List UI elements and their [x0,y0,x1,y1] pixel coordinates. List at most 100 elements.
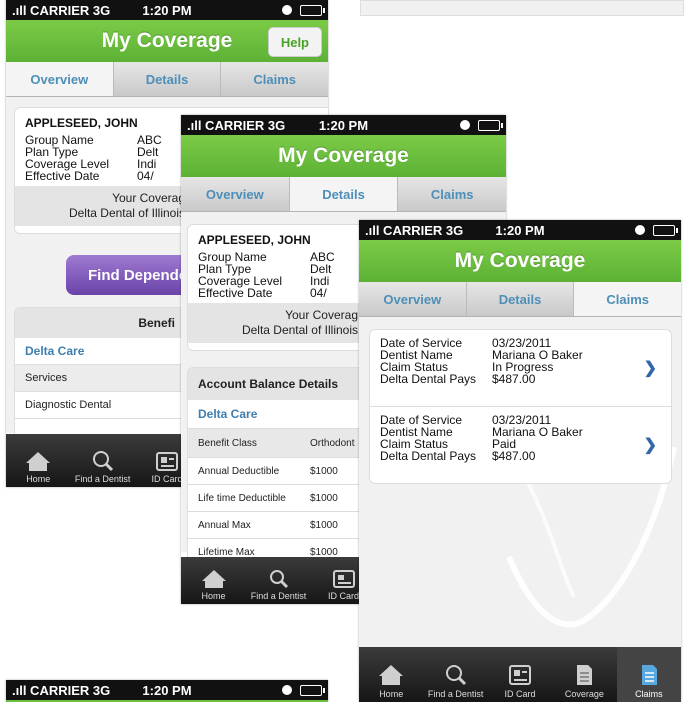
tabbar-find-dentist[interactable]: Find a Dentist [246,557,311,604]
app-header: My Coverage [181,135,506,177]
status-bar: .ıll CARRIER 3G 1:20 PM [6,0,328,20]
tabbar-claims[interactable]: Claims [616,647,681,702]
status-bar: .ıll CARRIER 3G 1:20 PM [359,220,681,240]
tabbar-find-dentist-label: Find a Dentist [427,689,484,699]
field-value: 04/ [137,169,154,183]
tabbar-find-dentist-label: Find a Dentist [250,591,307,601]
carrier-label: .ıll CARRIER 3G [12,682,111,698]
page-title: My Coverage [101,29,233,52]
tab-details[interactable]: Details [114,62,222,96]
tabbar-id-card-label: ID Card [327,591,359,601]
home-icon [379,665,404,685]
home-icon [26,452,51,471]
tabbar-home-label: Home [201,591,226,601]
segmented-tabs: Overview Details Claims [181,177,506,212]
row-label: Lifetime Max [198,546,255,558]
row-label: Life time Deductible [198,492,286,504]
search-icon [92,451,113,472]
plan-line-2: Delta Dental of Illinois [68,206,185,220]
claim-pays: $487.00 [492,449,536,463]
app-header: My Coverage Help [6,20,328,62]
page-title: My Coverage [278,144,409,167]
tab-claims[interactable]: Claims [398,177,506,211]
partial-screen: .ıll CARRIER 3G 1:20 PM [6,680,328,702]
row-value: $1000 [310,465,338,477]
claim-item[interactable]: Date of Service Dentist Name Claim Statu… [370,407,671,483]
battery-icon [478,119,503,131]
id-card-icon [156,452,179,471]
tabbar-coverage[interactable]: Coverage [552,647,616,702]
plan-name: Delta Care [25,344,85,358]
id-card-icon [509,665,532,685]
coverage-icon [577,665,593,685]
tab-claims[interactable]: Claims [574,282,681,316]
battery-icon [300,684,325,696]
claim-item[interactable]: Date of Service Dentist Name Claim Statu… [370,330,671,407]
tabbar-find-dentist-label: Find a Dentist [74,474,131,484]
claims-list: Date of Service Dentist Name Claim Statu… [369,329,672,484]
status-bar: .ıll CARRIER 3G 1:20 PM [181,115,506,135]
alarm-icon [460,120,470,130]
label-delta-dental-pays: Delta Dental Pays [380,449,477,463]
alarm-icon [282,685,292,695]
tabbar-home[interactable]: Home [359,647,423,702]
tabbar-home[interactable]: Home [181,557,246,604]
tabbar-home-label: Home [379,689,404,699]
carrier-label: .ıll CARRIER 3G [187,117,286,133]
carrier-label: .ıll CARRIER 3G [12,2,111,18]
chevron-right-icon: ❯ [643,360,657,377]
plan-line-2: Delta Dental of Illinois [241,323,358,337]
clock-time: 1:20 PM [318,117,369,133]
field-label: Effective Date [198,286,273,300]
row-value: $1000 [310,519,338,531]
col-benefit-class: Benefit Class [198,437,257,449]
row-label: Annual Deductible [198,465,280,477]
benefits-heading-text: Benefi [138,316,175,330]
search-icon [269,570,288,589]
account-balance-heading-text: Account Balance Details [198,377,339,391]
chevron-right-icon: ❯ [643,437,657,454]
tab-details[interactable]: Details [289,177,399,211]
tab-claims[interactable]: Claims [221,62,328,96]
partial-screen-top [360,0,684,16]
tabbar-id-card-label: ID Card [504,689,536,699]
home-icon [201,570,226,588]
page-title: My Coverage [454,249,586,272]
row-value: $1000 [310,492,338,504]
segmented-tabs: Overview Details Claims [359,282,681,317]
tab-overview[interactable]: Overview [6,62,114,96]
help-button[interactable]: Help [267,27,322,57]
col-orthodontic: Orthodont [310,437,355,449]
clock-time: 1:20 PM [142,682,192,698]
clock-time: 1:20 PM [142,2,192,18]
clock-time: 1:20 PM [495,222,545,238]
tabbar-home-label: Home [26,474,51,484]
status-bar: .ıll CARRIER 3G 1:20 PM [6,680,328,700]
label-delta-dental-pays: Delta Dental Pays [380,372,477,386]
claims-content: Date of Service Dentist Name Claim Statu… [359,317,681,648]
plan-line-1: Your Coverag [112,191,185,205]
tab-overview[interactable]: Overview [359,282,467,316]
tabbar-home[interactable]: Home [6,434,70,487]
carrier-label: .ıll CARRIER 3G [365,222,464,238]
id-card-icon [332,570,355,588]
tabbar-find-dentist[interactable]: Find a Dentist [423,647,487,702]
tabbar-id-card[interactable]: ID Card [488,647,552,702]
services-label: Services [25,372,68,384]
field-label: Effective Date [25,169,100,183]
tab-overview[interactable]: Overview [181,177,290,211]
claim-pays: $487.00 [492,372,536,386]
row-value: $1000 [310,546,338,558]
alarm-icon [635,225,645,235]
plan-line-1: Your Coverag [285,308,358,322]
app-header: My Coverage [359,240,681,282]
diagnostic-label: Diagnostic Dental [25,399,112,411]
tab-bar: Home Find a Dentist ID Card Coverage Cla… [359,647,681,702]
tabbar-id-card-label: ID Card [151,474,183,484]
plan-name: Delta Care [198,407,258,421]
segmented-tabs: Overview Details Claims [6,62,328,97]
battery-icon [653,224,678,236]
claims-icon [641,665,657,685]
tabbar-find-dentist[interactable]: Find a Dentist [70,434,134,487]
tab-details[interactable]: Details [467,282,575,316]
